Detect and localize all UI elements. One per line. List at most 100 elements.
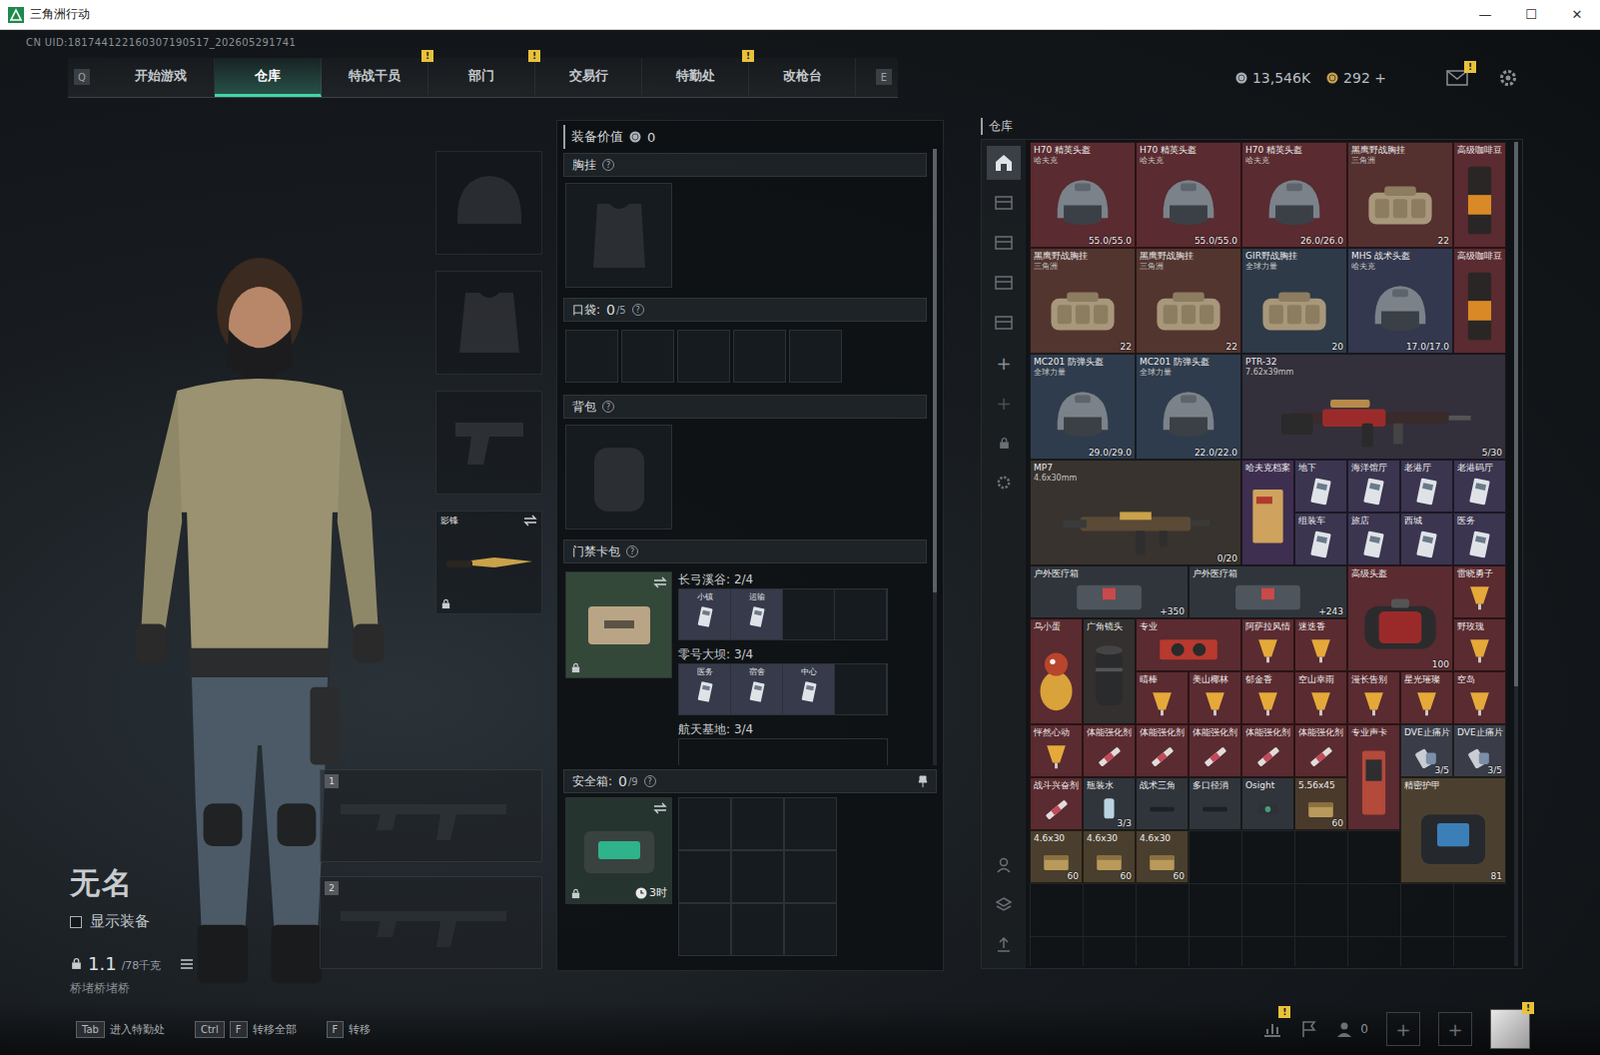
pocket-slot[interactable] [677, 329, 731, 383]
keycard-slot[interactable]: 医务 [679, 664, 732, 715]
warehouse-item[interactable]: 老港厅 [1400, 459, 1454, 513]
safe-box-slot[interactable] [784, 849, 837, 903]
equipment-slot[interactable] [435, 270, 543, 375]
flag-button[interactable] [1300, 1019, 1319, 1038]
warehouse-item[interactable]: 专业 [1135, 618, 1242, 672]
swap-button[interactable] [653, 801, 668, 814]
equipment-slot[interactable]: 影锋 [435, 510, 543, 615]
pin-icon[interactable] [917, 775, 928, 788]
nav-tab[interactable]: 特战干员! [321, 57, 429, 97]
warehouse-item[interactable]: H70 精英头盔哈夫克26.0/26.0 [1241, 141, 1348, 248]
transfer-button[interactable] [986, 927, 1021, 962]
warehouse-item[interactable]: 4.6x3060 [1082, 829, 1136, 883]
help-icon[interactable]: ? [644, 775, 657, 788]
nav-tab[interactable]: 开始游戏 [107, 57, 215, 97]
rig-slot[interactable] [565, 182, 673, 288]
warehouse-item[interactable]: 体能强化剂 [1135, 724, 1189, 778]
nav-tab[interactable]: 部门! [428, 57, 536, 97]
key-hint[interactable]: CtrlF转移全部 [194, 1020, 297, 1038]
warehouse-item[interactable]: 空山幸雨 [1294, 671, 1348, 725]
equipment-slot[interactable] [435, 150, 543, 255]
warehouse-item[interactable]: 乌小蛋 [1029, 618, 1083, 725]
warehouse-item[interactable]: MP74.6x30mm0/20 [1029, 459, 1242, 566]
safe-box-slot[interactable] [731, 902, 785, 956]
warehouse-item[interactable]: 星光璀璨 [1400, 671, 1454, 725]
warehouse-item[interactable]: 高级咖啡豆 [1453, 247, 1507, 354]
keycard-slot[interactable]: 运输 [731, 589, 784, 640]
warehouse-item[interactable]: 哈夫克档案 [1241, 459, 1295, 566]
swap-icon[interactable] [523, 514, 538, 527]
warehouse-settings[interactable] [986, 465, 1021, 500]
warehouse-item[interactable]: 战斗兴奋剂 [1029, 777, 1083, 830]
warehouse-item[interactable]: 高级咖啡豆 [1453, 141, 1507, 248]
add-tab-button[interactable]: + [986, 345, 1021, 380]
warehouse-item[interactable]: 4.6x3060 [1029, 829, 1083, 883]
warehouse-item[interactable]: 美山椰林 [1188, 671, 1242, 725]
warehouse-item[interactable]: 迷迭香 [1294, 618, 1348, 672]
window-control-button[interactable]: — [1462, 0, 1509, 29]
lock-toggle[interactable] [986, 425, 1021, 460]
safe-box-slot[interactable] [731, 797, 785, 850]
swap-icon[interactable] [653, 576, 668, 589]
mail-button[interactable]: ! [1446, 69, 1469, 86]
list-icon[interactable] [179, 957, 194, 970]
window-control-button[interactable]: ☐ [1508, 0, 1555, 29]
warehouse-item[interactable]: 高级头盔100 [1347, 565, 1454, 672]
warehouse-item[interactable]: 晴棒 [1135, 671, 1189, 725]
next-tab-key[interactable]: E [875, 68, 892, 85]
warehouse-item[interactable]: 阿萨拉风情 [1241, 618, 1295, 672]
safe-box-slot[interactable] [678, 902, 732, 956]
keycard-slot[interactable] [783, 589, 835, 640]
operator-storage[interactable] [986, 847, 1021, 882]
warehouse-item[interactable]: Osight [1241, 777, 1295, 830]
warehouse-item[interactable]: H70 精英头盔哈夫克55.0/55.0 [1135, 141, 1242, 248]
stack-button[interactable] [986, 887, 1021, 922]
show-equipment-toggle[interactable]: 显示装备 [69, 911, 320, 931]
warehouse-tab[interactable] [986, 265, 1021, 300]
safe-box-slot[interactable] [678, 849, 732, 903]
squad-slot-add[interactable]: + [1438, 1011, 1473, 1046]
warehouse-item[interactable]: 战术三角 [1135, 777, 1189, 830]
warehouse-item[interactable]: 广角镜头 [1082, 618, 1136, 725]
warehouse-item[interactable]: 体能强化剂 [1241, 724, 1295, 778]
pocket-slot[interactable] [733, 329, 787, 383]
warehouse-item[interactable]: 户外医疗箱+243 [1188, 565, 1348, 619]
warehouse-item[interactable]: 怦然心动 [1029, 724, 1083, 778]
safe-box-slot[interactable] [784, 902, 837, 956]
warehouse-item[interactable]: MC201 防弹头盔全球力量29.0/29.0 [1029, 353, 1136, 460]
keycard-slot[interactable]: 中心 [783, 664, 835, 715]
key-hint[interactable]: Tab进入特勤处 [75, 1020, 165, 1038]
swap-button[interactable] [653, 576, 668, 589]
warehouse-item[interactable]: 医务 [1453, 512, 1507, 566]
keycard-slot[interactable]: 宿舍 [731, 664, 784, 715]
keycard-slot[interactable] [834, 664, 887, 715]
equipment-slot[interactable] [435, 390, 543, 495]
warehouse-tab[interactable] [986, 225, 1021, 260]
warehouse-item[interactable]: 瓶装水3/3 [1082, 777, 1136, 830]
warehouse-tab[interactable] [986, 305, 1021, 340]
show-equipment-checkbox[interactable] [69, 915, 82, 928]
window-control-button[interactable]: ✕ [1554, 0, 1600, 29]
settings-button[interactable] [1498, 67, 1519, 88]
nav-tab[interactable]: 交易行 [535, 57, 643, 97]
help-icon[interactable]: ? [632, 303, 645, 316]
warehouse-item[interactable]: 西城 [1400, 512, 1454, 566]
warehouse-item[interactable]: 雷晓勇子 [1453, 565, 1507, 619]
warehouse-item[interactable]: 漫长告别 [1347, 671, 1401, 725]
warehouse-item[interactable]: PTR-327.62x39mm5/30 [1241, 353, 1507, 460]
warehouse-item[interactable]: DVE止痛片3/5 [1453, 724, 1507, 778]
key-hint[interactable]: F转移 [326, 1020, 372, 1038]
warehouse-item[interactable]: 郁金香 [1241, 671, 1295, 725]
warehouse-item[interactable]: 地下 [1294, 459, 1348, 513]
warehouse-item[interactable]: 海洋馆厅 [1347, 459, 1401, 513]
warehouse-item[interactable]: 黑鹰野战胸挂三角洲22 [1135, 247, 1242, 354]
nav-tab[interactable]: 仓库 [214, 57, 322, 97]
warehouse-item[interactable]: 老港码厅 [1453, 459, 1507, 513]
stats-button[interactable]: ! [1262, 1019, 1283, 1038]
warehouse-tab[interactable] [986, 185, 1021, 220]
warehouse-item[interactable]: 野玫瑰 [1453, 618, 1507, 672]
warehouse-tab[interactable] [986, 145, 1021, 180]
keycard-slot[interactable] [834, 589, 887, 640]
squad-count[interactable]: 0 [1336, 1019, 1369, 1038]
prev-tab-key[interactable]: Q [73, 68, 90, 85]
